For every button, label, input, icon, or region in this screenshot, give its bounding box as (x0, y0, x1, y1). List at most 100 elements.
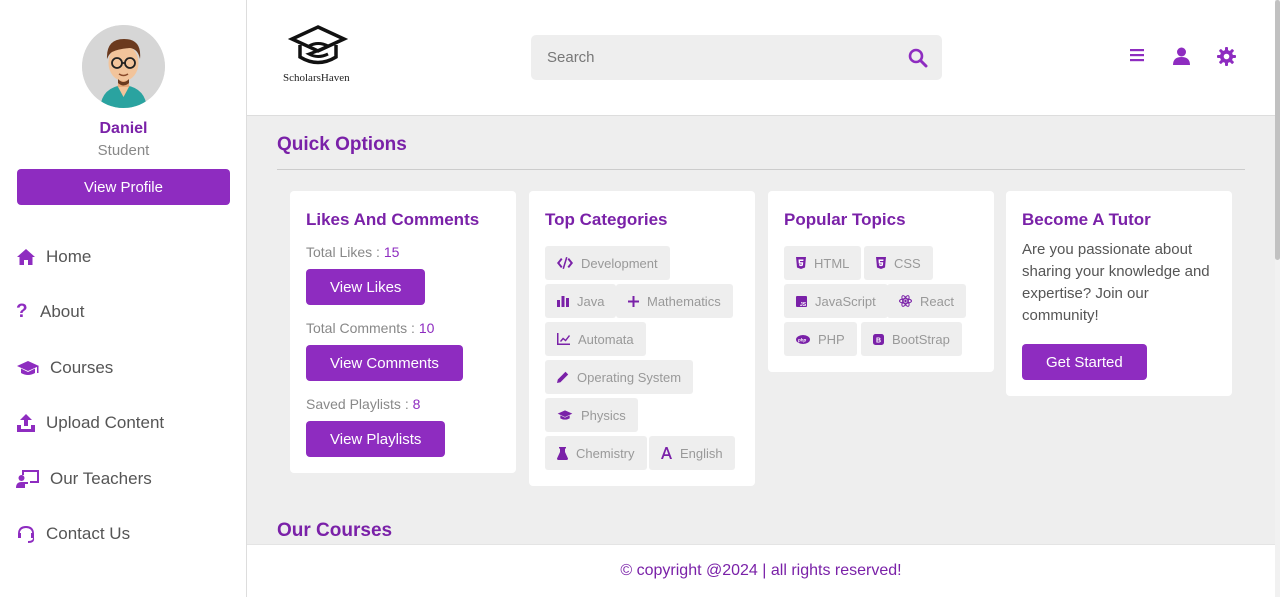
plus-icon (628, 295, 639, 307)
pencil-icon (557, 371, 569, 383)
search-icon[interactable] (908, 48, 928, 68)
letter-a-icon (661, 447, 672, 459)
user-icon[interactable] (1173, 47, 1190, 65)
total-comments-stat: Total Comments : 10 (306, 320, 434, 336)
popular-topics-card: Popular Topics HTML CSS JS JavaScript Re… (768, 191, 994, 372)
tag-label: PHP (818, 331, 845, 347)
view-likes-button[interactable]: View Likes (306, 269, 426, 305)
stat-value: 8 (412, 396, 421, 412)
flask-icon (557, 446, 568, 460)
sidebar-item-upload-content[interactable]: Upload Content (16, 408, 164, 438)
profile-name: Daniel (99, 120, 148, 137)
card-title: Top Categories (545, 210, 668, 229)
tag-label: CSS (894, 255, 921, 271)
card-title: Become A Tutor (1022, 210, 1151, 229)
line-chart-icon (557, 333, 570, 345)
copyright-text: © copyright @2024 | all rights reserved! (620, 562, 902, 579)
view-playlists-button[interactable]: View Playlists (306, 421, 446, 457)
sidebar-item-label: About (40, 302, 85, 321)
sidebar: Daniel Student View Profile Home ? About… (0, 0, 247, 597)
question-icon: ? (16, 301, 28, 322)
graduation-cap-icon (557, 410, 573, 420)
top-header: ScholarsHaven (247, 0, 1275, 116)
stat-label: Total Likes : (306, 244, 384, 260)
tag-development[interactable]: Development (545, 246, 670, 280)
top-categories-card: Top Categories Development Java Mathemat… (529, 191, 755, 486)
menu-icon[interactable] (1129, 47, 1145, 63)
bootstrap-icon: B (873, 333, 884, 345)
main-content: Quick Options Likes And Comments Total L… (247, 116, 1275, 544)
quick-options-title: Quick Options (277, 134, 407, 155)
react-icon (899, 295, 912, 307)
become-tutor-card: Become A Tutor Are you passionate about … (1006, 191, 1232, 396)
settings-icon[interactable] (1217, 47, 1236, 66)
sidebar-item-our-teachers[interactable]: Our Teachers (16, 464, 152, 494)
sidebar-item-label: Home (46, 247, 92, 266)
view-comments-button[interactable]: View Comments (306, 345, 463, 381)
sidebar-item-label: Courses (50, 358, 114, 377)
card-title: Likes And Comments (306, 210, 480, 229)
tag-physics[interactable]: Physics (545, 398, 638, 432)
tag-label: BootStrap (892, 331, 950, 347)
tag-mathematics[interactable]: Mathematics (616, 284, 733, 318)
svg-text:php: php (797, 337, 806, 342)
tag-php[interactable]: php PHP (784, 322, 857, 356)
stat-value: 15 (383, 244, 400, 260)
tag-label: Operating System (577, 369, 682, 385)
tag-automata[interactable]: Automata (545, 322, 646, 356)
search-bar (531, 35, 942, 80)
tag-java[interactable]: Java (545, 284, 617, 318)
sidebar-item-contact-us[interactable]: Contact Us (16, 519, 130, 549)
tag-label: Automata (578, 331, 634, 347)
sidebar-item-label: Our Teachers (50, 469, 152, 488)
tag-label: Mathematics (647, 293, 721, 309)
tutor-description: Are you passionate about sharing your kn… (1022, 241, 1210, 324)
tag-label: React (920, 293, 954, 309)
svg-text:JS: JS (800, 302, 807, 307)
view-profile-button[interactable]: View Profile (17, 169, 230, 205)
php-icon: php (796, 334, 810, 344)
tag-label: Development (581, 255, 658, 271)
sidebar-item-label: Upload Content (46, 413, 165, 432)
sidebar-item-label: Contact Us (46, 524, 131, 543)
sidebar-item-about[interactable]: ? About (16, 297, 84, 327)
js-icon: JS (796, 295, 807, 307)
css3-icon (876, 257, 886, 269)
stat-label: Saved Playlists : (306, 396, 413, 412)
tag-javascript[interactable]: JS JavaScript (784, 284, 888, 318)
likes-comments-card: Likes And Comments Total Likes : 15 View… (290, 191, 516, 473)
svg-text:B: B (876, 337, 881, 344)
section-divider (277, 169, 1245, 170)
footer: © copyright @2024 | all rights reserved! (247, 544, 1275, 597)
tag-react[interactable]: React (887, 284, 966, 318)
tag-label: JavaScript (815, 293, 876, 309)
tag-html[interactable]: HTML (784, 246, 862, 280)
stat-value: 10 (418, 320, 435, 336)
scrollbar-thumb[interactable] (1275, 0, 1280, 260)
total-likes-stat: Total Likes : 15 (306, 244, 399, 260)
tag-label: Physics (581, 407, 626, 423)
avatar[interactable] (82, 25, 165, 108)
home-icon (17, 249, 35, 265)
code-icon (557, 257, 573, 269)
upload-icon (17, 414, 35, 432)
our-courses-title: Our Courses (277, 520, 393, 541)
headset-icon (18, 526, 35, 543)
tag-chemistry[interactable]: Chemistry (545, 436, 647, 470)
tag-english[interactable]: English (649, 436, 735, 470)
page-scrollbar[interactable] (1275, 0, 1280, 597)
stat-label: Total Comments : (306, 320, 419, 336)
sidebar-item-home[interactable]: Home (16, 242, 91, 272)
teacher-icon (16, 470, 39, 488)
search-input[interactable] (531, 35, 891, 80)
get-started-button[interactable]: Get Started (1022, 344, 1147, 380)
profile-role: Student (97, 142, 150, 159)
tag-label: Chemistry (576, 445, 635, 461)
tag-operating-system[interactable]: Operating System (545, 360, 694, 394)
tag-css[interactable]: CSS (864, 246, 933, 280)
sidebar-item-courses[interactable]: Courses (16, 353, 113, 383)
bar-chart-icon (557, 296, 569, 307)
saved-playlists-stat: Saved Playlists : 8 (306, 396, 420, 412)
logo-mark-icon (287, 25, 349, 65)
tag-bootstrap[interactable]: B BootStrap (861, 322, 962, 356)
